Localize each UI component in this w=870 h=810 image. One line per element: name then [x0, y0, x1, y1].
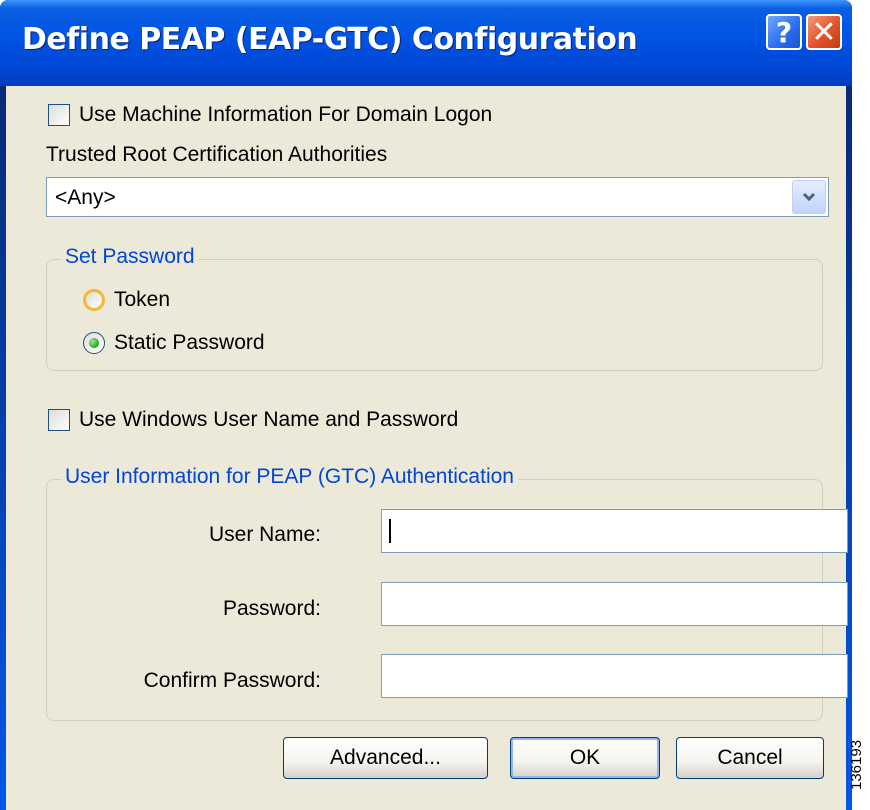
windows-user-label: Use Windows User Name and Password [79, 408, 459, 431]
trusted-root-dropdown[interactable]: <Any> [46, 177, 829, 217]
set-password-group: Set Password Token Static Password [46, 245, 823, 371]
confirm-password-label: Confirm Password: [143, 669, 321, 692]
window-title: Define PEAP (EAP-GTC) Configuration [22, 22, 638, 57]
radio-option-static-password[interactable]: Static Password [83, 331, 265, 355]
windows-user-option[interactable]: Use Windows User Name and Password [48, 408, 458, 432]
help-button[interactable]: ? [766, 14, 802, 50]
dialog-window: Define PEAP (EAP-GTC) Configuration ? ✕ … [0, 0, 852, 810]
static-password-radio[interactable] [83, 332, 105, 354]
machine-info-option[interactable]: Use Machine Information For Domain Logon [48, 103, 492, 127]
trusted-root-value: <Any> [55, 186, 116, 209]
token-radio[interactable] [83, 289, 105, 311]
text-caret [389, 519, 391, 543]
trusted-root-label: Trusted Root Certification Authorities [46, 143, 388, 166]
static-password-label: Static Password [114, 331, 265, 354]
close-button[interactable]: ✕ [806, 14, 842, 50]
username-label: User Name: [208, 523, 321, 546]
password-label: Password: [222, 597, 321, 620]
machine-info-label: Use Machine Information For Domain Logon [79, 103, 493, 126]
machine-info-checkbox[interactable] [48, 104, 70, 126]
dialog-body: Use Machine Information For Domain Logon… [6, 86, 848, 810]
username-input[interactable] [381, 509, 848, 553]
chevron-down-icon[interactable] [792, 180, 826, 214]
title-bar[interactable]: Define PEAP (EAP-GTC) Configuration ? ✕ [0, 0, 852, 86]
figure-id-label: 136193 [848, 739, 865, 790]
confirm-password-input[interactable] [381, 654, 848, 698]
radio-selected-dot [89, 338, 99, 348]
token-label: Token [114, 288, 171, 311]
advanced-button[interactable]: Advanced... [283, 737, 488, 779]
user-info-group: User Information for PEAP (GTC) Authenti… [46, 465, 848, 721]
windows-user-checkbox[interactable] [48, 409, 70, 431]
ok-button[interactable]: OK [510, 737, 660, 779]
set-password-legend: Set Password [61, 245, 199, 269]
user-info-legend: User Information for PEAP (GTC) Authenti… [61, 465, 518, 489]
radio-option-token[interactable]: Token [83, 288, 170, 312]
cancel-button[interactable]: Cancel [676, 737, 824, 779]
password-input[interactable] [381, 582, 848, 626]
